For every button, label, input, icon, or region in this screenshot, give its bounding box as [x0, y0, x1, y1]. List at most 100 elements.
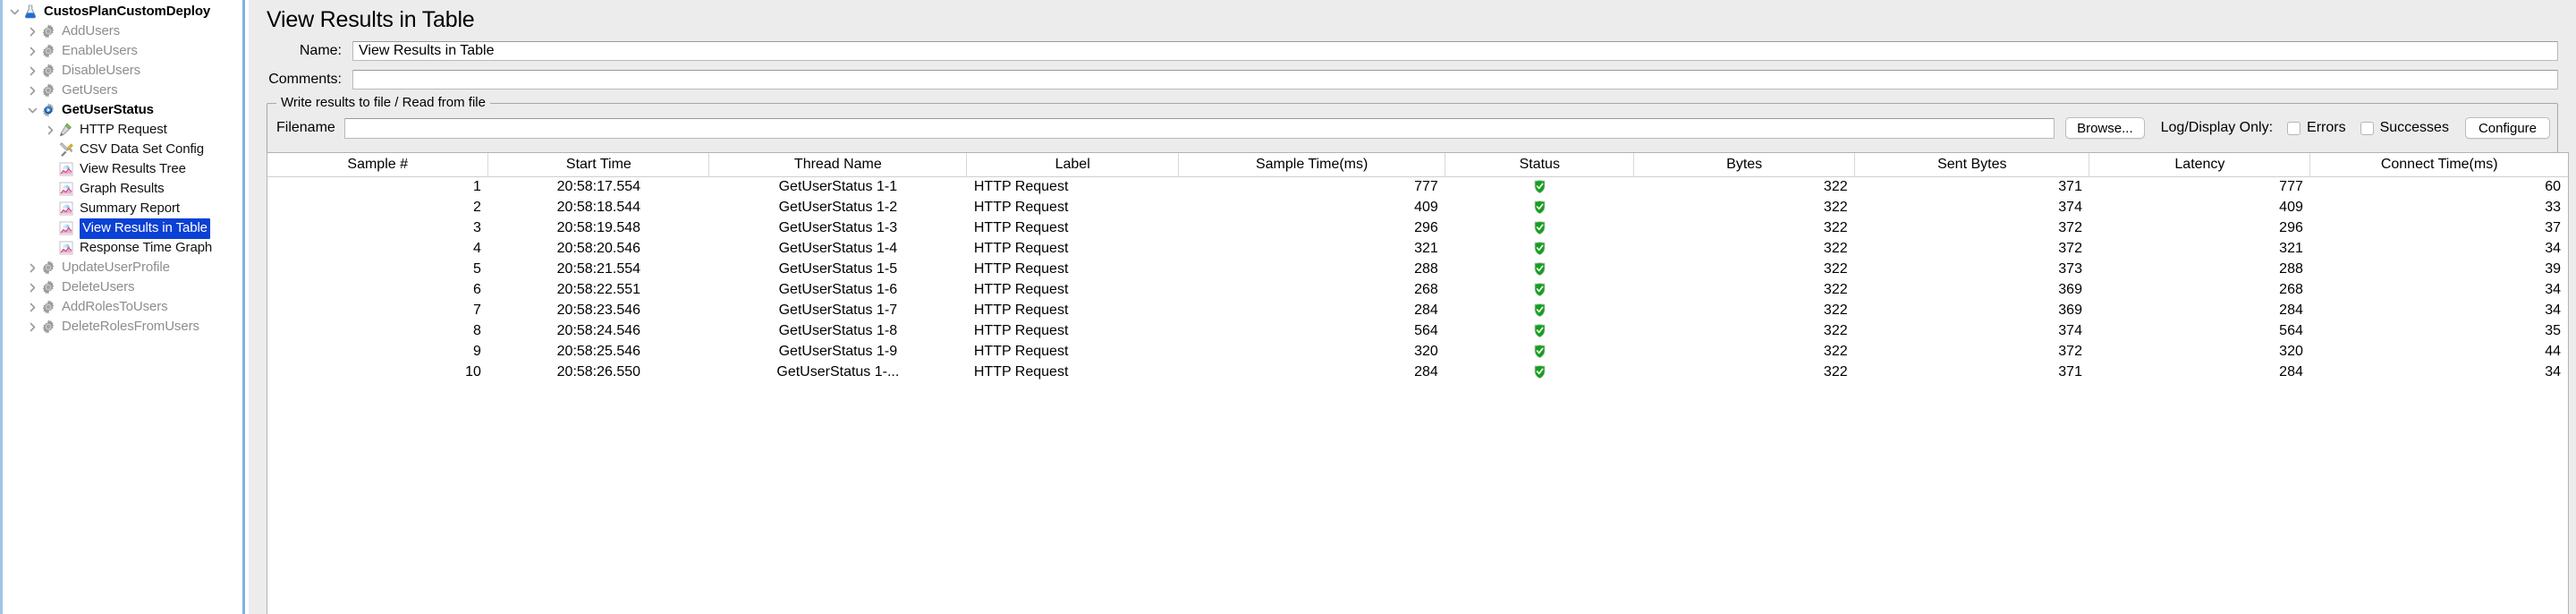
cell-bytes: 322: [1633, 300, 1855, 320]
column-header-sample[interactable]: Sample #: [267, 153, 489, 177]
table-row[interactable]: 5 20:58:21.554 GetUserStatus 1-5 HTTP Reque…: [267, 259, 2568, 279]
column-header-status[interactable]: Status: [1445, 153, 1635, 177]
tree-item-label: Graph Results: [80, 181, 165, 196]
cell-connect-time: 39: [2309, 259, 2568, 279]
cell-thread-name: GetUserStatus 1-9: [708, 341, 967, 362]
cell-start-time: 20:58:26.550: [487, 362, 709, 382]
chevron-down-icon[interactable]: [7, 2, 21, 21]
tree-item-addusers[interactable]: AddUsers: [0, 21, 242, 41]
column-header-bytes[interactable]: Bytes: [1633, 153, 1856, 177]
listener-chart-icon: [57, 160, 75, 178]
cell-label: HTTP Request: [966, 176, 1179, 197]
successes-checkbox-box[interactable]: [2360, 121, 2374, 135]
success-shield-icon: [1445, 362, 1634, 382]
tree-item-label: Summary Report: [80, 200, 180, 216]
cell-latency: 268: [2089, 279, 2310, 300]
cell-connect-time: 60: [2309, 176, 2568, 197]
tree-item-custosplancustomdeploy[interactable]: CustosPlanCustomDeploy: [0, 2, 242, 21]
success-shield-icon: [1445, 259, 1634, 279]
chevron-right-icon[interactable]: [43, 120, 57, 140]
chevron-right-icon[interactable]: [25, 81, 39, 100]
cell-thread-name: GetUserStatus 1-8: [708, 320, 967, 341]
chevron-right-icon[interactable]: [25, 61, 39, 81]
tree-item-response-time-graph[interactable]: Response Time Graph: [0, 238, 242, 258]
tree-item-addrolestousers[interactable]: AddRolesToUsers: [0, 297, 242, 317]
name-input[interactable]: View Results in Table: [352, 41, 2558, 61]
tree-item-http-request[interactable]: HTTP Request: [0, 120, 242, 140]
cell-sample-time: 296: [1178, 217, 1445, 238]
errors-checkbox[interactable]: Errors: [2287, 120, 2346, 136]
tree-item-graph-results[interactable]: Graph Results: [0, 179, 242, 199]
listener-config-panel: View Results in Table Name: View Results…: [249, 0, 2576, 614]
table-row[interactable]: 3 20:58:19.548 GetUserStatus 1-3 HTTP Reque…: [267, 217, 2568, 238]
chevron-right-icon[interactable]: [25, 277, 39, 297]
table-row[interactable]: 4 20:58:20.546 GetUserStatus 1-4 HTTP Reque…: [267, 238, 2568, 259]
split-pane-divider[interactable]: [242, 0, 249, 614]
cell-label: HTTP Request: [966, 238, 1179, 259]
filename-input[interactable]: [343, 117, 2055, 139]
table-row[interactable]: 8 20:58:24.546 GetUserStatus 1-8 HTTP Reque…: [267, 320, 2568, 341]
thread-group-gear-icon: [39, 259, 57, 277]
configure-button[interactable]: Configure: [2464, 117, 2550, 139]
cell-bytes: 322: [1633, 217, 1855, 238]
table-row[interactable]: 9 20:58:25.546 GetUserStatus 1-9 HTTP Reque…: [267, 341, 2568, 362]
successes-checkbox[interactable]: Successes: [2360, 120, 2449, 136]
chevron-right-icon[interactable]: [25, 317, 39, 337]
table-row[interactable]: 7 20:58:23.546 GetUserStatus 1-7 HTTP Reque…: [267, 300, 2568, 320]
cell-connect-time: 34: [2309, 300, 2568, 320]
comments-input[interactable]: [352, 70, 2558, 90]
results-table[interactable]: Sample # Start Time Thread Name Label Sample…: [267, 153, 2568, 382]
tree-item-disableusers[interactable]: DisableUsers: [0, 61, 242, 81]
cell-label: HTTP Request: [966, 279, 1179, 300]
table-row[interactable]: 6 20:58:22.551 GetUserStatus 1-6 HTTP Reque…: [267, 279, 2568, 300]
tree-item-updateuserprofile[interactable]: UpdateUserProfile: [0, 258, 242, 277]
chevron-right-icon[interactable]: [25, 21, 39, 41]
chevron-down-icon[interactable]: [25, 100, 39, 120]
tree-item-view-results-in-table[interactable]: View Results in Table: [0, 217, 242, 239]
column-header-connect-time-ms[interactable]: Connect Time(ms): [2309, 153, 2568, 177]
comments-label: Comments:: [268, 72, 342, 87]
thread-group-gear-icon: [39, 42, 57, 60]
tree-item-deleteusers[interactable]: DeleteUsers: [0, 277, 242, 297]
tree-item-deleterolesfromusers[interactable]: DeleteRolesFromUsers: [0, 317, 242, 337]
cell-connect-time: 35: [2309, 320, 2568, 341]
cell-sample: 9: [267, 341, 488, 362]
table-row[interactable]: 10 20:58:26.550 GetUserStatus 1-... HTTP Re…: [267, 362, 2568, 382]
column-header-thread-name[interactable]: Thread Name: [708, 153, 968, 177]
chevron-right-icon[interactable]: [25, 258, 39, 277]
tree-item-enableusers[interactable]: EnableUsers: [0, 41, 242, 61]
cell-sample: 6: [267, 279, 488, 300]
column-header-sent-bytes[interactable]: Sent Bytes: [1854, 153, 2090, 177]
table-row[interactable]: 1 20:58:17.554 GetUserStatus 1-1 HTTP Reque…: [267, 176, 2568, 197]
results-table-container[interactable]: Sample # Start Time Thread Name Label Sample…: [267, 152, 2569, 614]
tree-item-label: HTTP Request: [80, 122, 167, 137]
tree-item-getuserstatus[interactable]: GetUserStatus: [0, 100, 242, 120]
cell-start-time: 20:58:23.546: [487, 300, 709, 320]
cell-bytes: 322: [1633, 341, 1855, 362]
thread-group-gear-icon: [39, 22, 57, 40]
cell-sample: 8: [267, 320, 488, 341]
thread-group-gear-icon: [39, 298, 57, 316]
browse-button[interactable]: Browse...: [2065, 117, 2145, 139]
errors-checkbox-box[interactable]: [2287, 121, 2301, 135]
column-header-label[interactable]: Label: [966, 153, 1179, 177]
chevron-right-icon[interactable]: [25, 41, 39, 61]
tree-item-summary-report[interactable]: Summary Report: [0, 199, 242, 218]
cell-bytes: 322: [1633, 197, 1855, 217]
chevron-right-icon[interactable]: [25, 297, 39, 317]
column-header-start-time[interactable]: Start Time: [487, 153, 710, 177]
tree-item-label: DeleteUsers: [62, 279, 135, 294]
cell-bytes: 322: [1633, 279, 1855, 300]
table-row[interactable]: 2 20:58:18.544 GetUserStatus 1-2 HTTP Reque…: [267, 197, 2568, 217]
tree-item-getusers[interactable]: GetUsers: [0, 81, 242, 100]
tree-item-view-results-tree[interactable]: View Results Tree: [0, 159, 242, 179]
column-header-latency[interactable]: Latency: [2089, 153, 2311, 177]
cell-latency: 284: [2089, 300, 2310, 320]
cell-latency: 296: [2089, 217, 2310, 238]
tree-item-csv-data-set-config[interactable]: CSV Data Set Config: [0, 140, 242, 159]
test-plan-tree[interactable]: CustosPlanCustomDeploy AddUsers EnableUser…: [0, 0, 242, 337]
filename-label: Filename: [276, 120, 335, 135]
column-header-sample-time-ms[interactable]: Sample Time(ms): [1178, 153, 1446, 177]
